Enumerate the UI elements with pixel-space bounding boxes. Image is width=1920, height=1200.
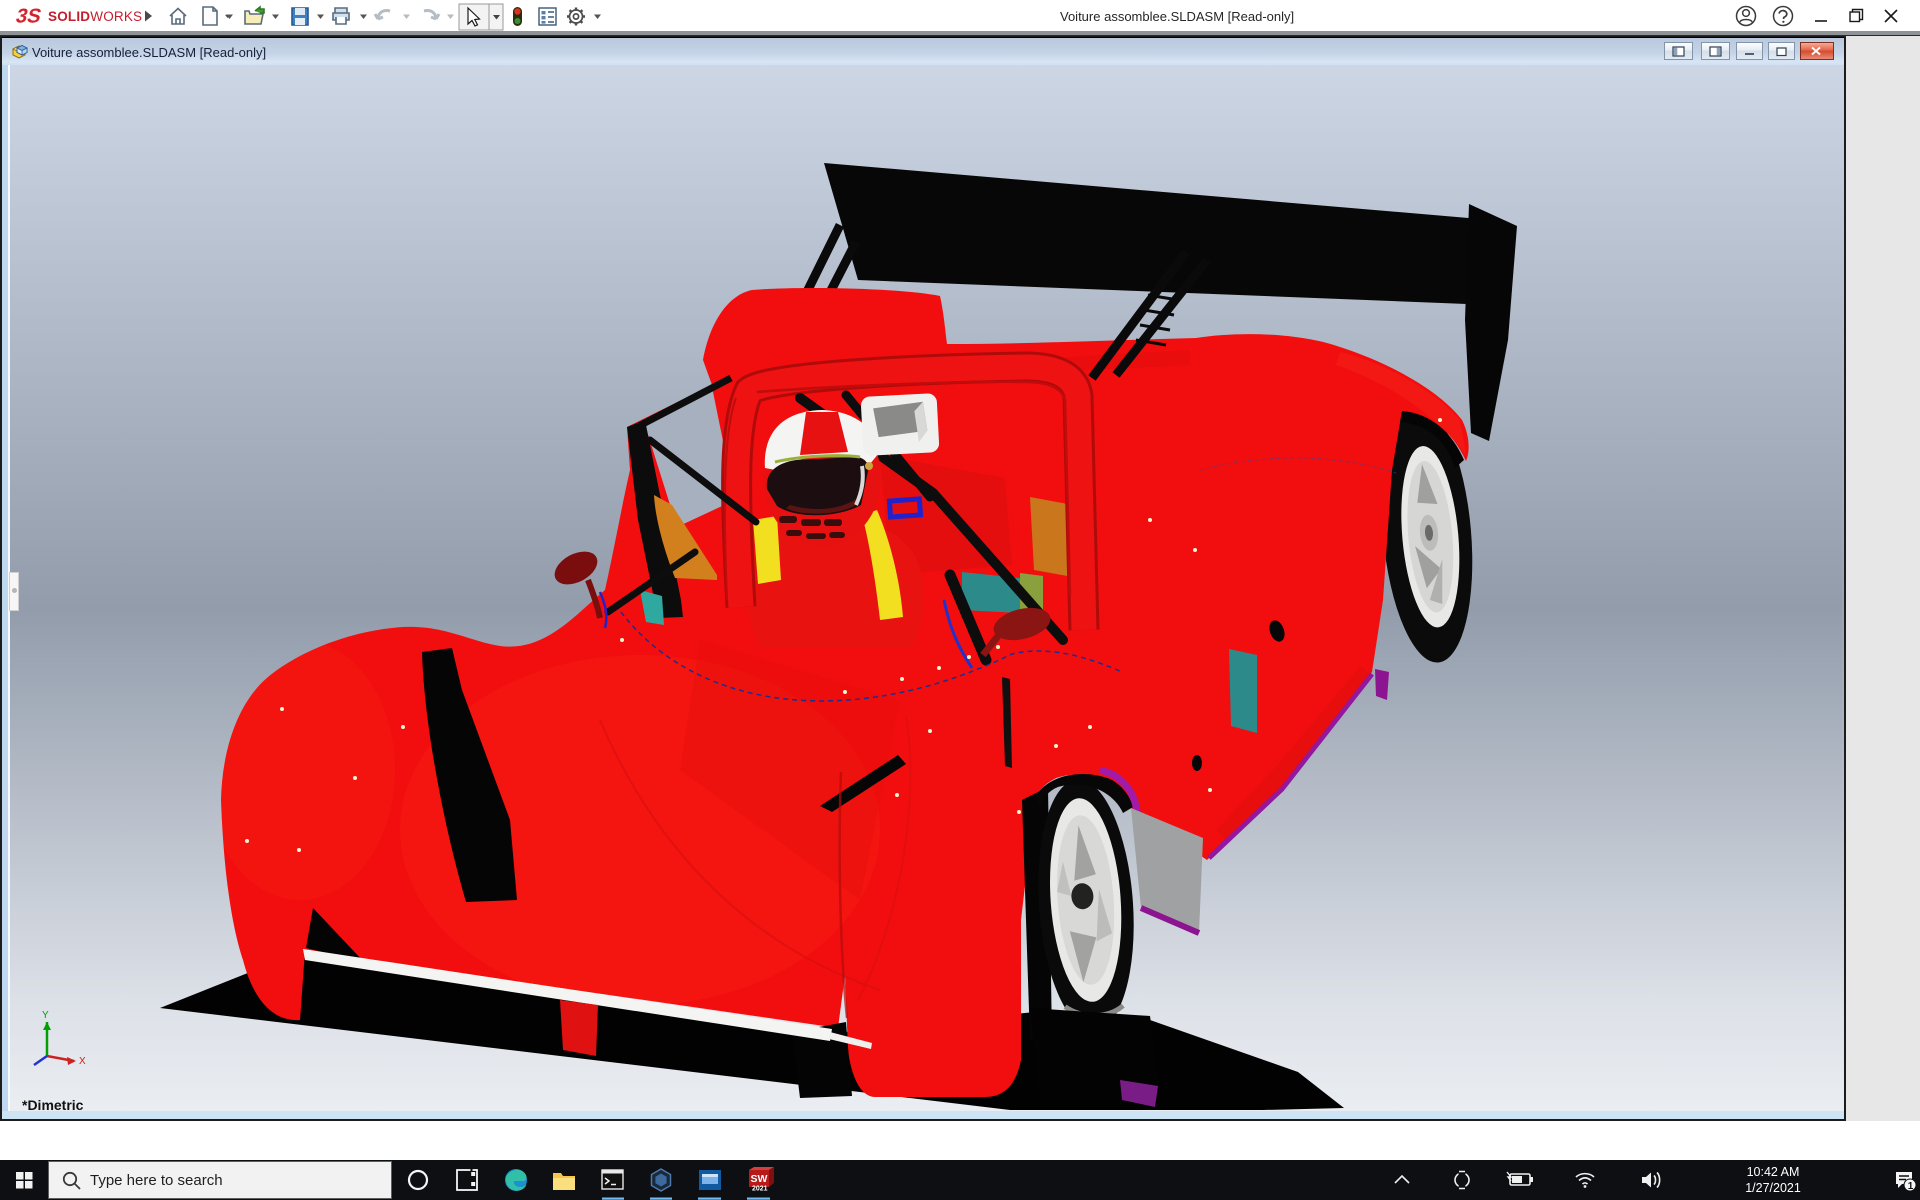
svg-text:X: X xyxy=(79,1056,86,1067)
svg-text:3S: 3S xyxy=(14,6,44,26)
svg-text:1: 1 xyxy=(1908,1181,1914,1192)
svg-text:Y: Y xyxy=(42,1010,49,1021)
svg-text:SW: SW xyxy=(751,1173,768,1185)
svg-text:2021: 2021 xyxy=(752,1186,768,1193)
svg-text:SOLIDWORKS: SOLIDWORKS xyxy=(48,9,142,24)
svg-text:*Dimetric: *Dimetric xyxy=(22,1097,84,1110)
